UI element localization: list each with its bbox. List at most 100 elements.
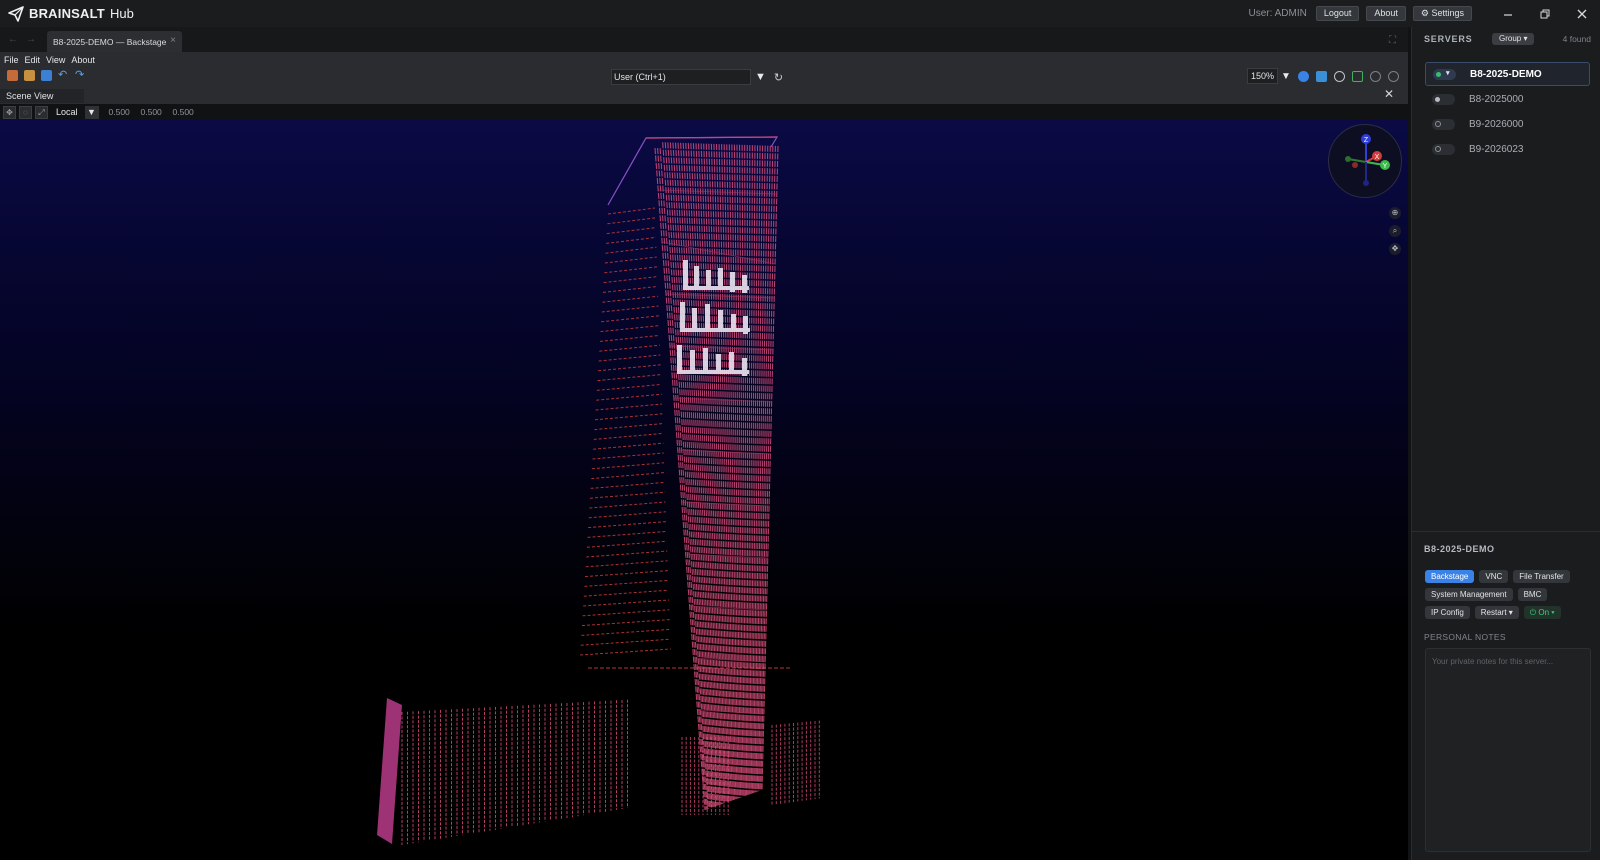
orientation-gizmo[interactable]: Z X Y (1328, 124, 1402, 198)
undo-icon[interactable]: ↶ (58, 70, 69, 81)
server-name: B9-2026023 (1469, 143, 1524, 155)
history-nav-icon[interactable]: ←→ (8, 34, 44, 45)
led-strip (599, 344, 660, 352)
led-strip (759, 145, 774, 791)
chat-icon[interactable] (1315, 70, 1327, 82)
logout-button[interactable]: Logout (1315, 6, 1360, 21)
server-item-b8-2025000[interactable]: B8-2025000 (1425, 87, 1590, 111)
rotate-tool-icon[interactable]: ◌ (19, 105, 32, 119)
mode-dropdown-icon[interactable]: ▼ (755, 71, 766, 83)
notes-label: PERSONAL NOTES (1424, 632, 1506, 642)
value-x[interactable]: 0.500 (109, 106, 131, 119)
gizmo-z-label: Z (1364, 137, 1369, 144)
led-strip (588, 511, 666, 519)
led-strip (598, 354, 661, 362)
gear-icon[interactable] (1387, 70, 1399, 82)
tab-bar: ←→ B8-2025-DEMO — Backstage × ⛶ (0, 27, 1408, 52)
move-tool-icon[interactable]: ✥ (3, 105, 16, 119)
mode-select[interactable]: User (Ctrl+1) (611, 69, 751, 85)
file-transfer-button[interactable]: File Transfer (1513, 570, 1570, 583)
led-strip (584, 579, 669, 587)
focus-icon[interactable]: ⊕ (1389, 207, 1401, 219)
tab-backstage[interactable]: B8-2025-DEMO — Backstage × (47, 31, 182, 52)
led-strip (591, 462, 665, 470)
backstage-button[interactable]: Backstage (1425, 570, 1475, 583)
open-folder-icon[interactable] (24, 70, 35, 81)
led-strip (595, 403, 663, 411)
tab-close-icon[interactable]: × (170, 35, 176, 46)
server-name: B9-2026000 (1469, 118, 1524, 130)
current-user-label: User: ADMIN (1248, 8, 1307, 19)
server-status-toggle[interactable] (1432, 118, 1455, 130)
view-tools: 150% ▼ (1247, 68, 1399, 84)
led-strip (593, 442, 664, 450)
fullscreen-icon[interactable]: ⛶ (1389, 35, 1396, 46)
server-status-toggle[interactable] (1432, 143, 1455, 155)
power-dropdown[interactable]: ⏻ On ▾ (1523, 606, 1561, 619)
restart-dropdown[interactable]: Restart ▾ (1474, 606, 1519, 619)
gizmo-y-label: Y (1383, 163, 1388, 170)
menu-file[interactable]: File (4, 55, 19, 65)
zoom-select[interactable]: 150% (1247, 68, 1279, 84)
editor-area: ←→ B8-2025-DEMO — Backstage × ⛶ File Edi… (0, 27, 1408, 860)
coordinate-space-select[interactable]: Local (56, 107, 78, 117)
menu-about[interactable]: About (71, 55, 95, 65)
led-strip (602, 285, 658, 293)
server-status-toggle[interactable]: ▾ (1433, 68, 1456, 80)
brand: BRAINSALT Hub (8, 5, 134, 22)
server-detail: B8-2025-DEMO Backstage VNC File Transfer… (1412, 531, 1600, 860)
pan-icon[interactable]: ✥ (1389, 243, 1401, 255)
new-scene-icon[interactable] (7, 70, 18, 81)
zoom-icon[interactable]: ⌕ (1389, 225, 1401, 237)
bmc-button[interactable]: BMC (1517, 588, 1548, 601)
led-strip (596, 393, 662, 401)
scene-viewport[interactable]: Z X Y ⊕ ⌕ ✥ (0, 120, 1408, 860)
search-icon[interactable] (1369, 70, 1381, 82)
led-strip (603, 276, 658, 284)
mode-selector: User (Ctrl+1) ▼ ↻ (611, 69, 783, 85)
zoom-dropdown-icon[interactable]: ▼ (1281, 71, 1291, 82)
tab-label: B8-2025-DEMO — Backstage (53, 36, 167, 47)
led-strip (593, 432, 664, 440)
building-led-model (377, 136, 820, 845)
system-management-button[interactable]: System Management (1425, 588, 1513, 601)
group-dropdown[interactable]: Group ▾ (1492, 33, 1535, 45)
menu-view[interactable]: View (46, 55, 65, 65)
settings-button[interactable]: ⚙ Settings (1412, 6, 1472, 21)
led-strip (586, 550, 668, 558)
close-window-button[interactable] (1563, 0, 1600, 27)
reset-view-icon[interactable]: ↻ (774, 71, 783, 84)
info-icon[interactable] (1297, 70, 1309, 82)
led-strip (606, 236, 657, 244)
detail-title: B8-2025-DEMO (1424, 544, 1495, 554)
led-strip (589, 501, 666, 509)
servers-panel: SERVERS Group ▾ 4 found ▾ B8-2025-DEMO B… (1411, 27, 1600, 860)
minimize-window-button[interactable] (1489, 0, 1526, 27)
value-z[interactable]: 0.500 (173, 106, 195, 119)
scale-tool-icon[interactable]: ⤢ (35, 105, 48, 119)
server-status-toggle[interactable] (1432, 93, 1455, 105)
personal-notes-textarea[interactable]: Your private notes for this server... (1425, 648, 1591, 852)
value-y[interactable]: 0.500 (141, 106, 163, 119)
save-icon[interactable] (41, 70, 52, 81)
led-strip (587, 530, 667, 538)
close-scene-view-icon[interactable]: ✕ (1384, 87, 1394, 101)
server-item-b9-2026000[interactable]: B9-2026000 (1425, 112, 1590, 136)
led-strip (604, 266, 658, 274)
transform-icon[interactable] (1351, 70, 1363, 82)
server-item-b9-2026023[interactable]: B9-2026023 (1425, 137, 1590, 161)
menu-edit[interactable]: Edit (25, 55, 41, 65)
server-item-b8-2025-demo[interactable]: ▾ B8-2025-DEMO (1425, 62, 1590, 86)
restore-window-button[interactable] (1526, 0, 1563, 27)
redo-icon[interactable]: ↷ (75, 70, 86, 81)
close-icon (1577, 9, 1586, 18)
cloud-icon[interactable] (1333, 70, 1345, 82)
vnc-button[interactable]: VNC (1479, 570, 1509, 583)
servers-title: SERVERS (1424, 34, 1473, 44)
minimize-icon (1503, 13, 1512, 16)
led-strip (591, 472, 665, 480)
space-dropdown-icon[interactable]: ▼ (84, 105, 99, 119)
led-strip (589, 491, 666, 499)
about-button[interactable]: About (1366, 6, 1406, 21)
ip-config-button[interactable]: IP Config (1425, 606, 1470, 619)
